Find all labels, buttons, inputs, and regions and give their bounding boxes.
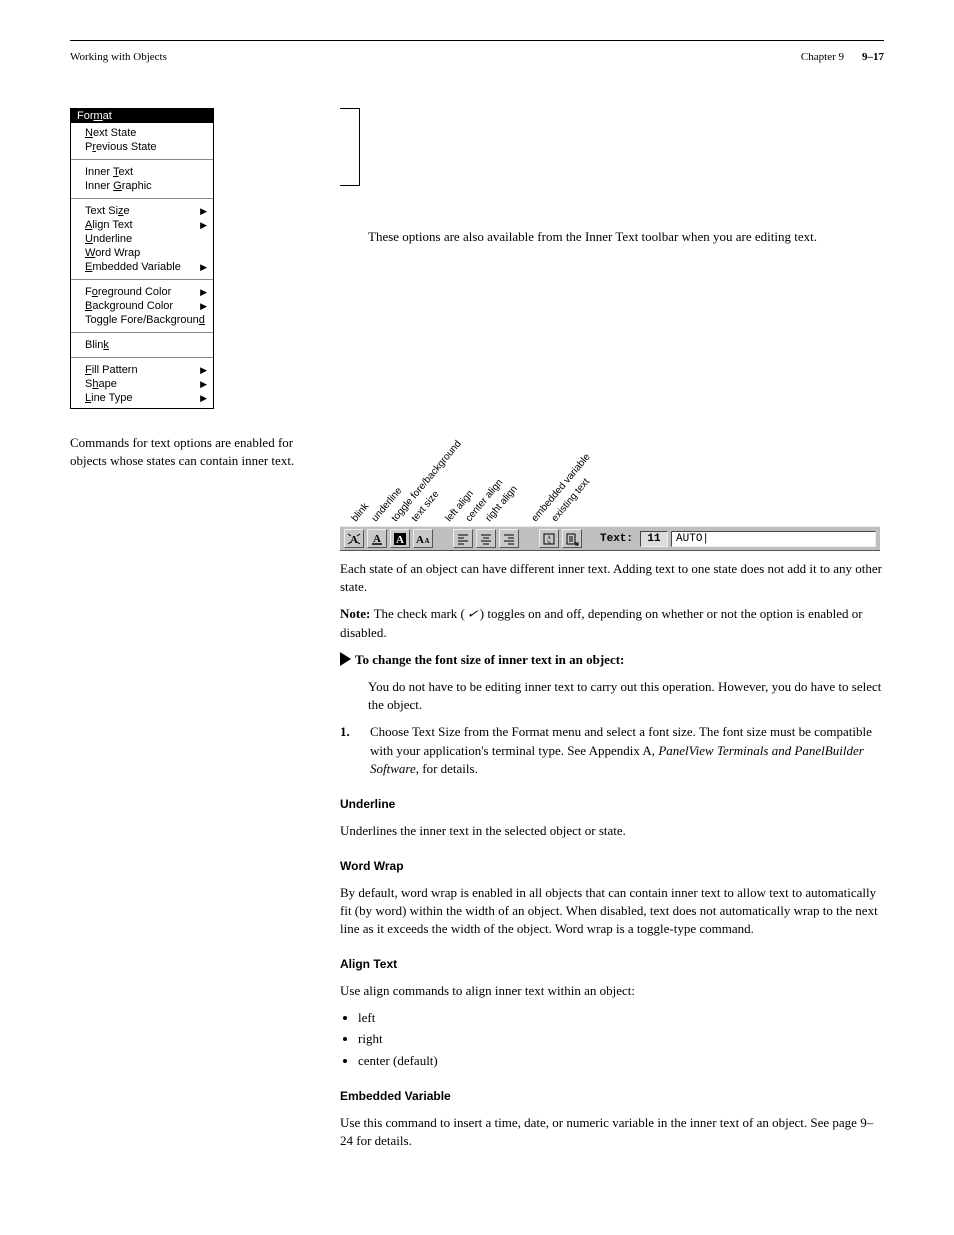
svg-text:%: % — [547, 541, 551, 546]
header-left: Working with Objects — [70, 51, 167, 63]
submenu-arrow-icon: ▶ — [200, 206, 207, 217]
menu-item[interactable]: Inner Graphic — [71, 179, 213, 193]
submenu-arrow-icon: ▶ — [200, 287, 207, 298]
format-menu-title[interactable]: Format — [71, 109, 213, 123]
page-header: Working with Objects Chapter 9 9–17 — [70, 51, 884, 63]
header-chapter-label: Chapter 9 — [801, 51, 844, 63]
toolbar-callout: blink — [350, 501, 372, 524]
para-each-state: Each state of an object can have differe… — [340, 560, 884, 596]
menu-item[interactable]: Blink — [71, 338, 213, 352]
submenu-arrow-icon: ▶ — [200, 220, 207, 231]
align-left-button[interactable] — [453, 529, 473, 548]
triangle-icon — [340, 652, 351, 666]
menu-item[interactable]: Word Wrap — [71, 246, 213, 260]
align-center-button[interactable] — [476, 529, 496, 548]
menu-item[interactable]: Toggle Fore/Background — [71, 313, 213, 327]
toggle-fg-bg-button[interactable]: A — [390, 529, 410, 548]
menu-item[interactable]: Previous State — [71, 140, 213, 154]
menu-item[interactable]: Shape▶ — [71, 377, 213, 391]
menu-item[interactable]: Embedded Variable▶ — [71, 260, 213, 274]
submenu-arrow-icon: ▶ — [200, 301, 207, 312]
svg-text:A: A — [350, 534, 358, 546]
align-intro: Use align commands to align inner text w… — [340, 982, 884, 1000]
embedded-variable-text: Use this command to insert a time, date,… — [340, 1114, 884, 1150]
underline-text: Underlines the inner text in the selecte… — [340, 822, 884, 840]
intro-text: These options are also available from th… — [368, 229, 817, 244]
list-item: right — [358, 1030, 884, 1048]
submenu-arrow-icon: ▶ — [200, 262, 207, 273]
procedure-heading: To change the font size of inner text in… — [340, 651, 884, 669]
inner-text-toolbar: A A A AA — [340, 526, 880, 551]
text-label: Text: — [600, 533, 633, 545]
svg-text:A: A — [373, 533, 381, 545]
menu-item[interactable]: Fill Pattern▶ — [71, 363, 213, 377]
format-menu[interactable]: Format Next StatePrevious State Inner Tex… — [70, 108, 214, 409]
menu-item[interactable]: Text Size▶ — [71, 204, 213, 218]
existing-text-button[interactable] — [562, 529, 582, 548]
heading-underline: Underline — [340, 796, 884, 813]
menu-item[interactable]: Line Type▶ — [71, 391, 213, 405]
list-item: left — [358, 1009, 884, 1027]
underline-button[interactable]: A — [367, 529, 387, 548]
submenu-arrow-icon: ▶ — [200, 365, 207, 376]
text-options-para: Commands for text options are enabled fo… — [70, 434, 310, 469]
align-right-button[interactable] — [499, 529, 519, 548]
heading-embedded-variable: Embedded Variable — [340, 1088, 884, 1105]
menu-item[interactable]: Underline — [71, 232, 213, 246]
toolbar-figure: blinkunderlinetoggle fore/backgroundtext… — [340, 421, 880, 551]
step-1: 1. Choose Text Size from the Format menu… — [340, 723, 884, 778]
word-wrap-text: By default, word wrap is enabled in all … — [340, 884, 884, 939]
svg-text:A: A — [396, 534, 404, 546]
blink-button[interactable]: A — [344, 529, 364, 548]
menu-item[interactable]: Inner Text — [71, 165, 213, 179]
embedded-variable-button[interactable]: A% — [539, 529, 559, 548]
note-para: Note: The check mark (✓) toggles on and … — [340, 605, 884, 641]
svg-text:A: A — [424, 537, 429, 545]
menu-item[interactable]: Align Text▶ — [71, 218, 213, 232]
submenu-arrow-icon: ▶ — [200, 393, 207, 404]
text-size-button[interactable]: AA — [413, 529, 433, 548]
list-item: center (default) — [358, 1052, 884, 1070]
submenu-arrow-icon: ▶ — [200, 379, 207, 390]
menu-item[interactable]: Background Color▶ — [71, 299, 213, 313]
text-size-value[interactable]: 11 — [640, 531, 668, 547]
svg-text:A: A — [547, 536, 551, 541]
svg-text:A: A — [416, 534, 424, 546]
text-input[interactable]: AUTO| — [671, 531, 876, 547]
heading-word-wrap: Word Wrap — [340, 858, 884, 875]
align-list: left right center (default) — [340, 1009, 884, 1070]
menu-item[interactable]: Foreground Color▶ — [71, 285, 213, 299]
heading-align-text: Align Text — [340, 956, 884, 973]
menu-item[interactable]: Next State — [71, 126, 213, 140]
check-icon: ✓ — [466, 605, 479, 625]
procedure-note: You do not have to be editing inner text… — [368, 678, 884, 714]
header-chapter-num: 9–17 — [862, 51, 884, 63]
